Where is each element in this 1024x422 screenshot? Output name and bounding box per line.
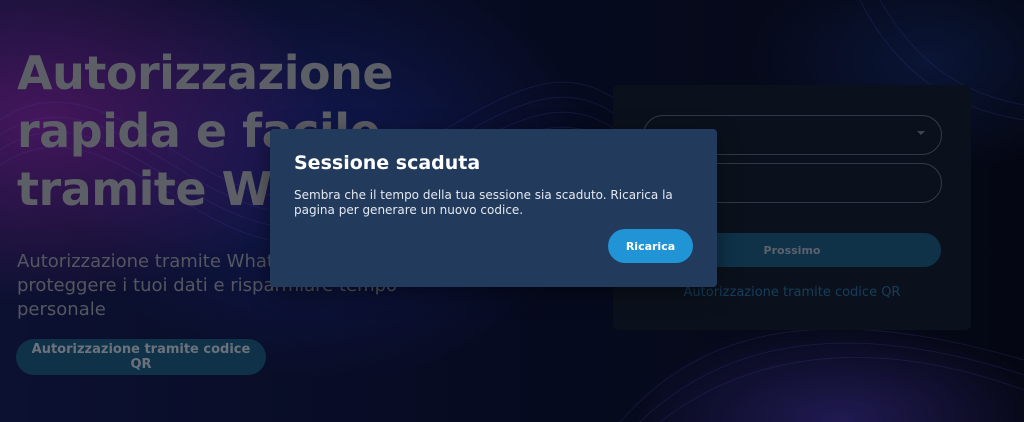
dialog-message-line: Sembra che il tempo della tua sessione s…: [294, 188, 673, 202]
reload-button[interactable]: Ricarica: [608, 229, 693, 263]
dialog-message: Sembra che il tempo della tua sessione s…: [294, 188, 694, 218]
dialog-message-line: pagina per generare un nuovo codice.: [294, 203, 524, 217]
dialog-title: Sessione scaduta: [294, 152, 481, 174]
session-expired-dialog: Sessione scaduta Sembra che il tempo del…: [270, 129, 717, 287]
